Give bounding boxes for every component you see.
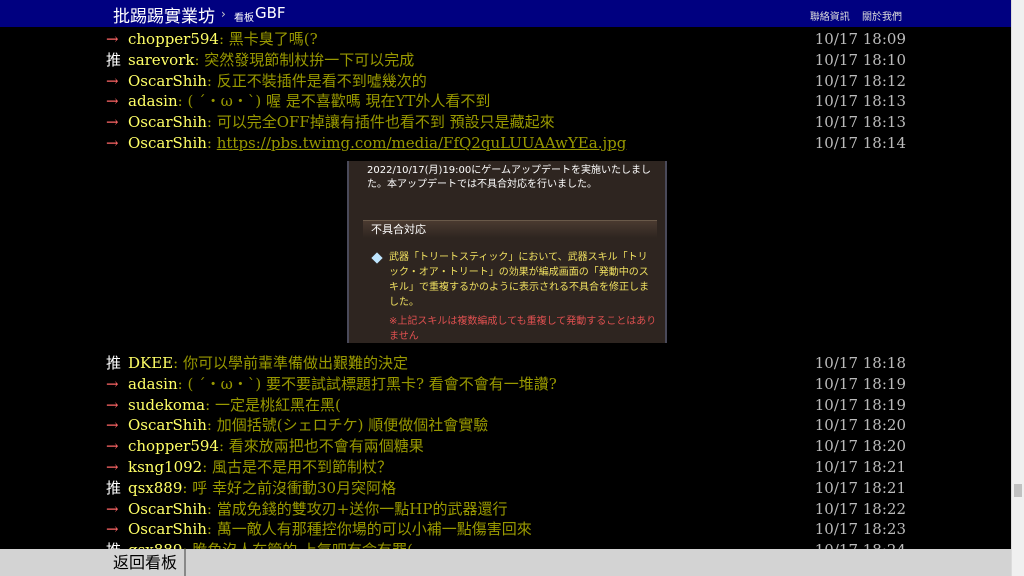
comment-row: → adasin: ( ´・ω・`) 要不要試試標題打黑卡? 看會不會有一堆讚? … [106,374,906,395]
comment-user: sarevork [128,50,195,69]
comment-user: OscarShih [128,133,207,152]
preview-body: 武器「トリートスティック」において、武器スキル「トリック・オア・トリート」の効果… [389,252,649,308]
comment-tag: → [106,71,119,90]
back-to-board-button[interactable]: 返回看板 [106,549,186,576]
scrollbar-thumb[interactable] [1014,484,1022,497]
comment-time: 10/17 18:14 [814,133,906,152]
about-link[interactable]: 關於我們 [862,12,902,23]
image-preview[interactable]: 2022/10/17(月)19:00にゲームアップデートを実施いたしました。本ア… [347,161,667,343]
comment-content: : 風古是不是用不到節制杖？ [202,457,393,476]
comment-time: 10/17 18:18 [814,354,906,372]
vertical-scrollbar[interactable] [1011,0,1024,576]
comment-row: → OscarShih: 萬一敵人有那種控你場的可以小補一點傷害回來 10/17 … [106,519,906,540]
bottom-bar: 返回看板 [0,549,1012,576]
comment-content: : 加個括號(シェロチケ) 順便做個社會實驗 [206,416,489,435]
comment-user: OscarShih [128,499,207,518]
comment-time: 10/17 18:19 [814,374,906,393]
board-name-link[interactable]: GBF [255,4,286,22]
comment-row: → OscarShih: 可以完全OFF掉讓有插件也看不到 預設只是藏起來 10/… [106,112,906,133]
breadcrumb-separator: › [221,7,226,21]
comment-tag: → [106,374,119,393]
comment-row: → OscarShih: https://pbs.twimg.com/media/… [106,133,906,154]
comment-content: : 呼 幸好之前沒衝動30月突阿格 [182,478,397,497]
comment-tag: → [106,520,119,539]
comment-user: chopper594 [128,30,219,48]
comment-row: 推 sarevork: 突然發現節制杖拚一下可以完成 10/17 18:10 [106,50,906,71]
comment-user: adasin [128,374,178,393]
comment-row: → OscarShih: 加個括號(シェロチケ) 順便做個社會實驗 10/17 1… [106,415,906,436]
comment-tag: → [106,92,119,111]
comment-content: : 黑卡臭了嗎(? [218,30,318,48]
comment-prefix: : [206,133,217,152]
comment-time: 10/17 18:19 [814,395,906,414]
comment-row: 推 DKEE: 你可以學前輩準備做出艱難的決定 10/17 18:18 [106,353,906,374]
preview-announcement: 2022/10/17(月)19:00にゲームアップデートを実施いたしました。本ア… [367,165,651,190]
comment-user: OscarShih [128,416,207,435]
comment-tag: → [106,30,119,48]
comment-time: 10/17 18:21 [814,457,906,476]
comment-user: OscarShih [128,71,207,90]
comment-user: OscarShih [128,520,207,539]
comment-content: : https://pbs.twimg.com/media/FfQ2quLUUA… [207,134,626,152]
contact-link[interactable]: 聯絡資訊 [810,12,850,23]
comment-list-bottom: 推 DKEE: 你可以學前輩準備做出艱難的決定 10/17 18:18 → adas… [106,353,906,561]
comment-user: DKEE [128,354,174,372]
comment-time: 10/17 18:20 [814,416,906,435]
comment-content: : 反正不裝插件是看不到噓幾次的 [206,71,427,90]
comment-content: : 你可以學前輩準備做出艱難的決定 [173,354,408,372]
site-logo-link[interactable]: 批踢踢實業坊 [113,2,215,27]
comment-content: : 突然發現節制杖拚一下可以完成 [194,50,415,69]
comment-time: 10/17 18:21 [814,478,906,497]
comment-tag: → [106,457,119,476]
comment-content: : 當成免錢的雙攻刃+送你一點HP的武器還行 [206,499,508,518]
preview-section-header: 不具合対応 [363,220,657,238]
comment-content: : 一定是桃紅黑在黑( [205,395,341,414]
comment-content: : 可以完全OFF掉讓有插件也看不到 預設只是藏起來 [206,113,555,132]
comment-tag: → [106,113,119,132]
comment-tag: → [106,437,119,456]
comment-tag: 推 [106,478,122,497]
comment-time: 10/17 18:22 [814,499,906,518]
preview-note: ※上記スキルは複数編成しても重複して発動することはありません [389,316,657,342]
top-links: 聯絡資訊 關於我們 [801,8,902,23]
comment-tag: → [106,133,119,152]
comment-user: chopper594 [128,437,219,456]
comment-tag: → [106,499,119,518]
comment-content: : 看來放兩把也不會有兩個糖果 [218,437,424,456]
comment-content: : ( ´・ω・`) 喔 是不喜歡嗎 現在YT外人看不到 [177,92,491,111]
comment-row: 推 qsx889: 呼 幸好之前沒衝動30月突阿格 10/17 18:21 [106,478,906,499]
comment-tag: → [106,416,119,435]
comment-time: 10/17 18:10 [814,50,906,69]
comment-user: sudekoma [128,395,206,414]
comment-tag: 推 [106,354,122,372]
comment-time: 10/17 18:23 [814,520,906,539]
comment-row: → chopper594: 看來放兩把也不會有兩個糖果 10/17 18:20 [106,436,906,457]
comment-content: : ( ´・ω・`) 要不要試試標題打黑卡? 看會不會有一堆讚? [177,374,557,393]
comment-user: OscarShih [128,113,207,132]
comment-user: adasin [128,92,178,111]
comment-row: → ksng1092: 風古是不是用不到節制杖？ 10/17 18:21 [106,457,906,478]
comment-tag: → [106,395,119,414]
comment-row: → OscarShih: 當成免錢的雙攻刃+送你一點HP的武器還行 10/17 1… [106,499,906,520]
comment-row: → OscarShih: 反正不裝插件是看不到噓幾次的 10/17 18:12 [106,71,906,92]
board-label: 看板 [234,13,254,24]
comment-user: qsx889 [128,478,183,497]
comment-tag: 推 [106,50,122,69]
comment-time: 10/17 18:20 [814,437,906,456]
comment-time: 10/17 18:13 [814,113,906,132]
top-bar: 批踢踢實業坊 › 看板 GBF 聯絡資訊 關於我們 [0,0,1012,27]
image-link[interactable]: https://pbs.twimg.com/media/FfQ2quLUUAAw… [217,134,627,152]
comment-list-top: → chopper594: 黑卡臭了嗎(? 10/17 18:09 推 sarevo… [106,29,906,154]
diamond-bullet-icon [371,252,383,264]
comment-content: : 萬一敵人有那種控你場的可以小補一點傷害回來 [206,520,532,539]
comment-row: → chopper594: 黑卡臭了嗎(? 10/17 18:09 [106,29,906,50]
comment-time: 10/17 18:12 [814,71,906,90]
comment-row: → sudekoma: 一定是桃紅黑在黑( 10/17 18:19 [106,395,906,416]
comment-time: 10/17 18:09 [814,30,906,48]
comment-time: 10/17 18:13 [814,92,906,111]
comment-user: ksng1092 [128,457,203,476]
comment-row: → adasin: ( ´・ω・`) 喔 是不喜歡嗎 現在YT外人看不到 10/1… [106,91,906,112]
